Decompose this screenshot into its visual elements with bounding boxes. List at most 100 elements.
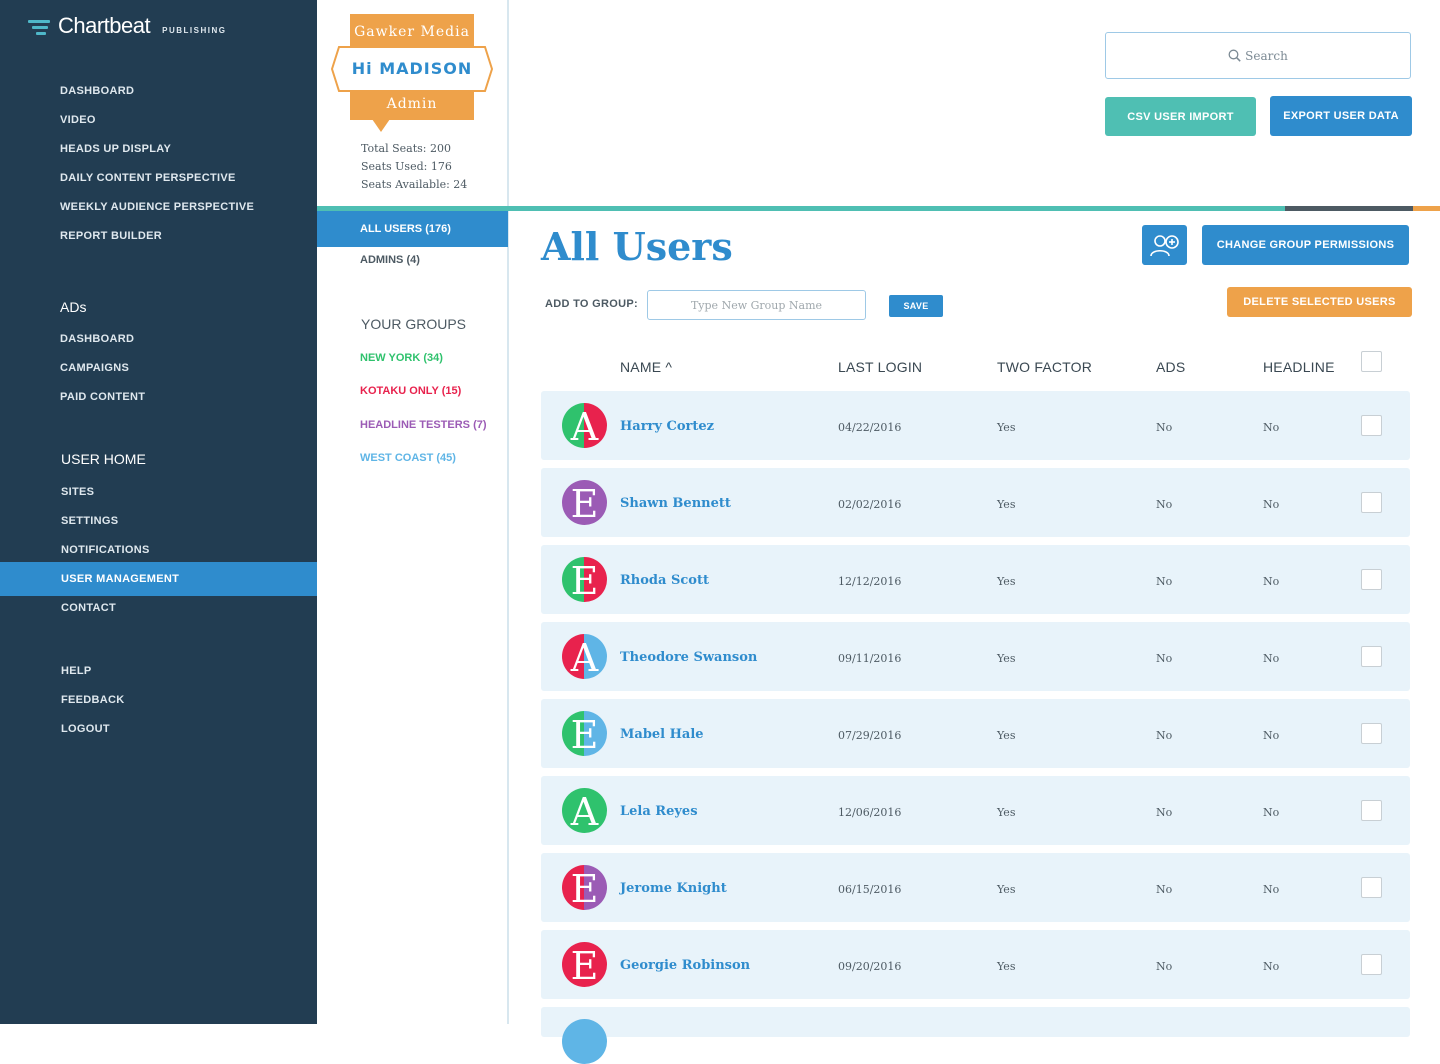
change-group-permissions-button[interactable]: CHANGE GROUP PERMISSIONS [1202, 225, 1409, 265]
user-name-link[interactable]: Harry Cortez [620, 419, 714, 434]
headline-value: No [1263, 498, 1280, 511]
column-header-last-login[interactable]: LAST LOGIN [838, 359, 922, 375]
group-name-placeholder: Type New Group Name [690, 298, 823, 312]
two-factor-value: Yes [997, 729, 1016, 742]
table-row[interactable]: E Jerome Knight 06/15/2016 Yes No No [541, 853, 1410, 922]
group-new-york[interactable]: NEW YORK (34) [360, 352, 443, 364]
user-name-link[interactable]: Theodore Swanson [620, 650, 757, 665]
account-and-filters-panel: Gawker Media Hi MADISON Admin Total Seat… [317, 0, 509, 1024]
nav-item-campaigns[interactable]: CAMPAIGNS [60, 362, 129, 374]
avatar [562, 1019, 607, 1064]
avatar: A [562, 403, 607, 448]
nav-item-weekly-audience-perspective[interactable]: WEEKLY AUDIENCE PERSPECTIVE [60, 201, 254, 213]
nav-item-daily-content-perspective[interactable]: DAILY CONTENT PERSPECTIVE [60, 172, 236, 184]
last-login-value: 09/20/2016 [838, 960, 902, 973]
csv-user-import-button[interactable]: CSV USER IMPORT [1105, 97, 1256, 136]
user-name-link[interactable]: Mabel Hale [620, 727, 704, 742]
nav-item-feedback[interactable]: FEEDBACK [61, 694, 125, 706]
column-header-headline[interactable]: HEADLINE [1263, 359, 1335, 375]
table-row[interactable]: A Theodore Swanson 09/11/2016 Yes No No [541, 622, 1410, 691]
table-row[interactable]: E Rhoda Scott 12/12/2016 Yes No No [541, 545, 1410, 614]
avatar-letter: A [570, 790, 599, 833]
nav-item-sites[interactable]: SITES [61, 486, 94, 498]
column-header-ads[interactable]: ADS [1156, 359, 1185, 375]
nav-item-heads-up-display[interactable]: HEADS UP DISPLAY [60, 143, 171, 155]
role-text: Admin [386, 96, 438, 112]
delete-selected-users-button[interactable]: DELETE SELECTED USERS [1227, 287, 1412, 317]
nav-item-video[interactable]: VIDEO [60, 114, 96, 126]
filter-all-users[interactable]: ALL USERS (176) [360, 223, 451, 235]
row-select-checkbox[interactable] [1361, 877, 1382, 898]
nav-item-dashboard[interactable]: DASHBOARD [60, 85, 134, 97]
row-select-checkbox[interactable] [1361, 492, 1382, 513]
nav-item-paid-content[interactable]: PAID CONTENT [60, 391, 145, 403]
row-select-checkbox[interactable] [1361, 723, 1382, 744]
user-name-link[interactable]: Lela Reyes [620, 804, 698, 819]
user-name-link[interactable]: Shawn Bennett [620, 496, 731, 511]
last-login-value: 12/06/2016 [838, 806, 902, 819]
brand-logo[interactable]: Chartbeat PUBLISHING [28, 12, 226, 40]
save-group-button[interactable]: SAVE [889, 295, 943, 317]
table-row[interactable]: E Shawn Bennett 02/02/2016 Yes No No [541, 468, 1410, 537]
header-stripe-teal [317, 206, 1285, 211]
group-west-coast[interactable]: WEST COAST (45) [360, 452, 456, 464]
avatar: E [562, 480, 607, 525]
avatar-letter: E [571, 944, 599, 987]
user-name-link[interactable]: Jerome Knight [620, 881, 727, 896]
ads-value: No [1156, 652, 1173, 665]
avatar-letter: E [571, 559, 599, 602]
table-row[interactable]: E Georgie Robinson 09/20/2016 Yes No No [541, 930, 1410, 999]
nav-item-report-builder[interactable]: REPORT BUILDER [60, 230, 162, 242]
filter-admins[interactable]: ADMINS (4) [360, 254, 420, 266]
two-factor-value: Yes [997, 421, 1016, 434]
nav-item-notifications[interactable]: NOTIFICATIONS [61, 544, 150, 556]
headline-value: No [1263, 960, 1280, 973]
select-all-checkbox[interactable] [1361, 351, 1382, 372]
row-select-checkbox[interactable] [1361, 954, 1382, 975]
group-kotaku-only[interactable]: KOTAKU ONLY (15) [360, 385, 461, 397]
row-select-checkbox[interactable] [1361, 415, 1382, 436]
column-header-name[interactable]: NAME ^ [620, 359, 672, 375]
nav-item-ads-dashboard[interactable]: DASHBOARD [60, 333, 134, 345]
add-user-icon [1149, 235, 1179, 257]
nav-item-contact[interactable]: CONTACT [61, 602, 116, 614]
headline-value: No [1263, 806, 1280, 819]
two-factor-value: Yes [997, 806, 1016, 819]
column-header-two-factor[interactable]: TWO FACTOR [997, 359, 1092, 375]
nav-item-logout[interactable]: LOGOUT [61, 723, 110, 735]
table-row[interactable]: A Harry Cortez 04/22/2016 Yes No No [541, 391, 1410, 460]
ads-value: No [1156, 575, 1173, 588]
headline-value: No [1263, 883, 1280, 896]
ads-value: No [1156, 729, 1173, 742]
role-banner: Admin [350, 90, 474, 120]
nav-item-settings[interactable]: SETTINGS [61, 515, 118, 527]
row-select-checkbox[interactable] [1361, 646, 1382, 667]
ads-value: No [1156, 960, 1173, 973]
headline-value: No [1263, 421, 1280, 434]
header-stripe-gray [1285, 206, 1413, 211]
table-row-partial [541, 1007, 1410, 1064]
last-login-value: 04/22/2016 [838, 421, 902, 434]
export-user-data-button[interactable]: EXPORT USER DATA [1270, 96, 1412, 136]
chartbeat-logo-icon [28, 16, 54, 36]
user-name-link[interactable]: Rhoda Scott [620, 573, 709, 588]
row-select-checkbox[interactable] [1361, 800, 1382, 821]
user-name-link[interactable]: Georgie Robinson [620, 958, 750, 973]
search-input[interactable]: Search [1105, 32, 1411, 79]
group-headline-testers[interactable]: HEADLINE TESTERS (7) [360, 419, 487, 431]
table-row[interactable]: A Lela Reyes 12/06/2016 Yes No No [541, 776, 1410, 845]
last-login-value: 02/02/2016 [838, 498, 902, 511]
headline-value: No [1263, 575, 1280, 588]
page-title: All Users [541, 224, 733, 269]
add-to-group-label: ADD TO GROUP: [545, 298, 638, 310]
nav-item-help[interactable]: HELP [61, 665, 92, 677]
nav-item-user-management[interactable]: USER MANAGEMENT [61, 573, 179, 585]
brand-subtitle: PUBLISHING [162, 25, 227, 35]
row-select-checkbox[interactable] [1361, 569, 1382, 590]
your-groups-heading: YOUR GROUPS [361, 316, 467, 332]
group-name-input[interactable]: Type New Group Name [647, 290, 866, 320]
nav-section-user-home: USER HOME [61, 451, 146, 467]
table-row[interactable]: E Mabel Hale 07/29/2016 Yes No No [541, 699, 1410, 768]
org-banner: Gawker Media [350, 14, 474, 50]
add-user-button[interactable] [1142, 225, 1187, 265]
